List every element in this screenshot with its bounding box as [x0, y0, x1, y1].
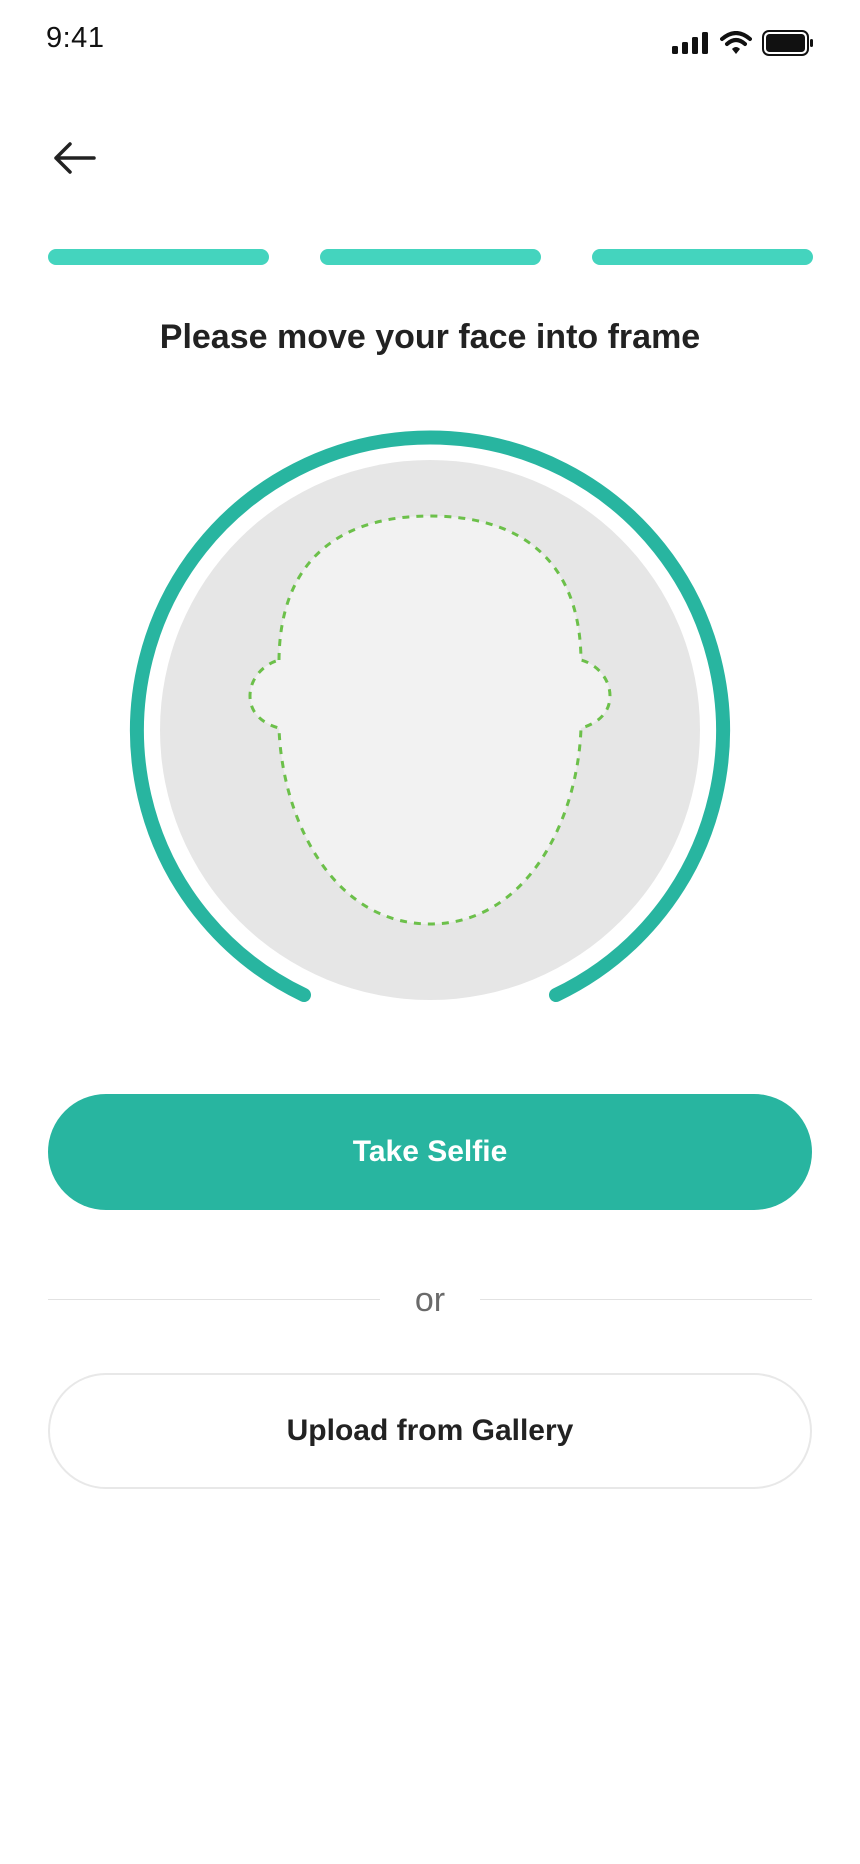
divider-line-right [480, 1299, 812, 1300]
signal-icon [672, 32, 710, 59]
back-button[interactable] [48, 140, 100, 180]
battery-icon [762, 30, 814, 61]
progress-step-2 [320, 249, 541, 265]
take-selfie-button[interactable]: Take Selfie [48, 1094, 812, 1210]
progress-step-1 [48, 249, 269, 265]
status-icons [672, 30, 814, 61]
divider-label: or [414, 1281, 446, 1319]
status-time: 9:41 [46, 22, 105, 54]
arrow-left-icon [52, 141, 96, 180]
step-progress [48, 249, 813, 265]
face-frame [128, 428, 732, 1032]
or-divider: or [48, 1280, 812, 1320]
progress-step-3 [592, 249, 813, 265]
upload-from-gallery-button[interactable]: Upload from Gallery [48, 1373, 812, 1489]
instruction-title: Please move your face into frame [159, 318, 701, 356]
wifi-icon [720, 31, 752, 60]
